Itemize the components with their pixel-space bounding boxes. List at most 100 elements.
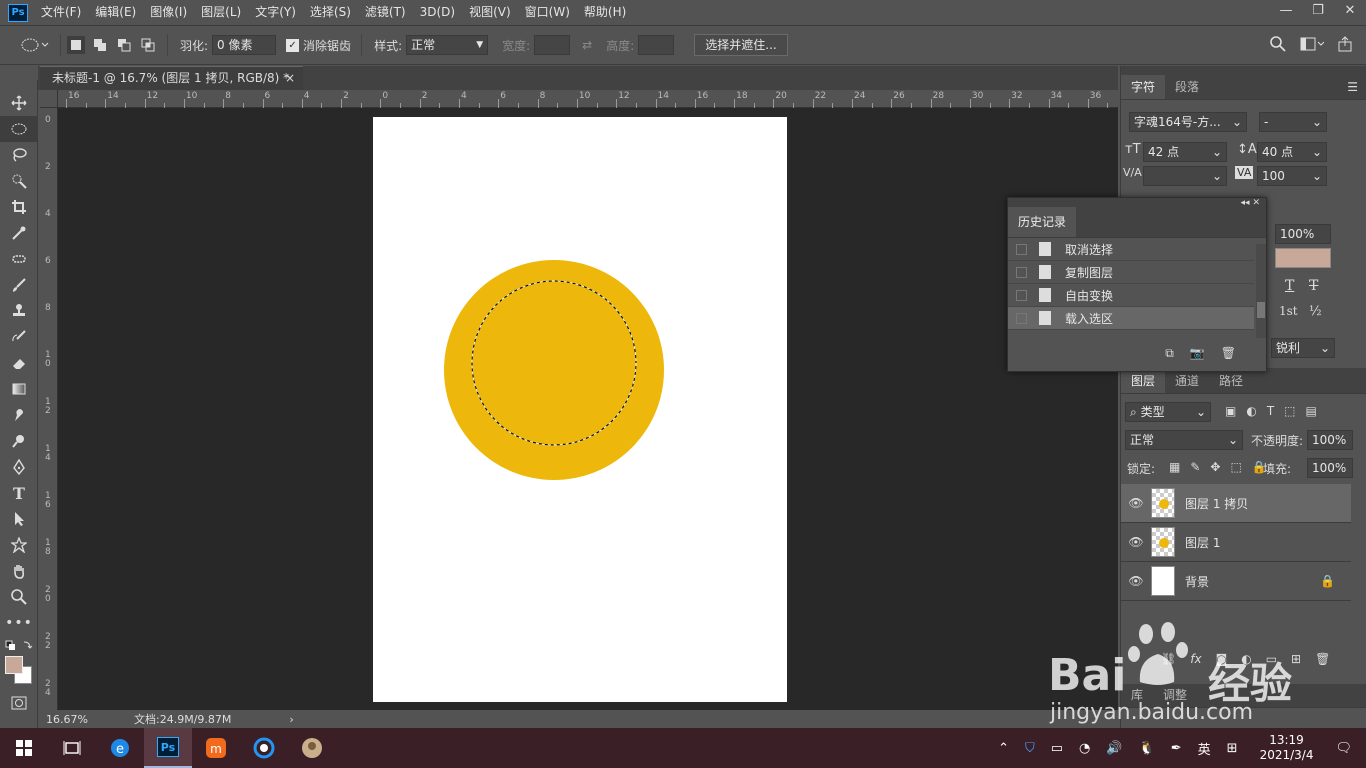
tool-type[interactable]: T [0, 480, 38, 506]
feather-input[interactable]: 0 像素 [212, 35, 277, 55]
restore-button[interactable]: ❐ [1302, 0, 1334, 25]
close-tab-icon[interactable]: × [285, 67, 295, 89]
tool-history-brush[interactable] [0, 324, 38, 350]
share-icon[interactable] [1338, 36, 1352, 52]
menu-select[interactable]: 选择(S) [303, 0, 358, 25]
width-input[interactable] [534, 35, 571, 55]
clock[interactable]: 13:19 2021/3/4 [1260, 733, 1314, 763]
strikethrough-icon[interactable]: T [1309, 278, 1318, 294]
tracking-input[interactable]: 100 ⌄ [1257, 166, 1327, 186]
taskbar-browser[interactable] [240, 728, 288, 768]
antialias-checkbox[interactable]: ✓ 消除锯齿 [286, 37, 351, 54]
eye-icon[interactable]: 👁 [1121, 535, 1151, 549]
qq-icon[interactable]: 🐧 [1139, 741, 1155, 756]
history-scrollbar[interactable] [1256, 244, 1266, 338]
tool-more[interactable]: ••• [0, 610, 38, 636]
tab-paths[interactable]: 路径 [1209, 369, 1253, 393]
fraction-button[interactable]: ½ [1309, 304, 1322, 319]
leading-input[interactable]: 40 点 ⌄ [1257, 142, 1327, 162]
history-item[interactable]: 复制图层 [1008, 261, 1254, 284]
volume-icon[interactable]: 🔊 [1106, 741, 1122, 756]
tool-smudge[interactable] [0, 402, 38, 428]
task-view-button[interactable] [48, 728, 96, 768]
ime-grid-icon[interactable]: ⊞ [1227, 741, 1238, 756]
tool-brush[interactable] [0, 272, 38, 298]
style-select[interactable]: 正常 ▼ [406, 35, 489, 55]
eye-icon[interactable]: 👁 [1121, 496, 1151, 510]
antialias-select[interactable]: 锐利 ⌄ [1271, 338, 1335, 358]
tab-channels[interactable]: 通道 [1165, 369, 1209, 393]
new-selection-icon[interactable] [67, 36, 85, 54]
menu-3d[interactable]: 3D(D) [413, 0, 462, 25]
layer-filter-icons[interactable]: ▣ ◐ T ⬚ ▤ [1225, 404, 1317, 418]
intersect-selection-icon[interactable] [139, 36, 157, 54]
menu-image[interactable]: 图像(I) [143, 0, 194, 25]
tool-gradient[interactable] [0, 376, 38, 402]
notification-icon[interactable]: 🗨 [1335, 741, 1352, 756]
tab-layers[interactable]: 图层 [1121, 369, 1166, 393]
pen-input-icon[interactable]: ✒ [1171, 741, 1182, 756]
delete-state-icon[interactable]: 🗑 [1221, 346, 1236, 361]
lock-icons[interactable]: ▦ ✎ ✥ ⬚ 🔒 [1169, 460, 1267, 474]
foreground-color-swatch[interactable] [5, 656, 23, 674]
font-style-select[interactable]: - ⌄ [1259, 112, 1327, 132]
select-and-mask-button[interactable]: 选择并遮住... [694, 34, 788, 56]
menu-view[interactable]: 视图(V) [462, 0, 518, 25]
blend-mode-select[interactable]: 正常 ⌄ [1125, 430, 1243, 450]
menu-help[interactable]: 帮助(H) [577, 0, 633, 25]
close-panel-icon[interactable]: ✕ [1252, 198, 1260, 208]
document-tab[interactable]: 未标题-1 @ 16.7% (图层 1 拷贝, RGB/8) * × [40, 66, 303, 90]
history-item[interactable]: 载入选区 [1008, 307, 1254, 330]
layer-row[interactable]: 👁 背景 🔒 [1121, 562, 1351, 601]
tool-move[interactable] [0, 90, 38, 116]
document-canvas[interactable] [373, 117, 787, 702]
menu-file[interactable]: 文件(F) [34, 0, 88, 25]
zoom-level[interactable]: 16.67% [46, 713, 116, 726]
snapshot-icon[interactable]: 📷 [1190, 346, 1205, 361]
color-swatches[interactable] [0, 654, 37, 690]
history-item[interactable]: 自由变换 [1008, 284, 1254, 307]
ime-language[interactable]: 英 [1198, 739, 1211, 758]
elliptical-marquee-preset[interactable] [20, 37, 50, 53]
layer-row[interactable]: 👁 图层 1 拷贝 [1121, 484, 1351, 523]
tool-hand[interactable] [0, 558, 38, 584]
taskbar-ie[interactable]: e [96, 728, 144, 768]
tool-elliptical-marquee[interactable] [0, 116, 38, 142]
security-icon[interactable]: ⛉ [1025, 741, 1035, 756]
subtract-selection-icon[interactable] [115, 36, 133, 54]
layer-row[interactable]: 👁 图层 1 [1121, 523, 1351, 562]
quick-mask-button[interactable] [0, 690, 38, 716]
taskbar-photoshop[interactable]: Ps [144, 728, 192, 768]
taskbar-photo-app[interactable] [288, 728, 336, 768]
text-color-swatch[interactable] [1275, 248, 1331, 268]
new-document-from-state-icon[interactable]: ⧉ [1165, 346, 1174, 361]
tool-clone-stamp[interactable] [0, 298, 38, 324]
swap-colors[interactable] [0, 636, 38, 654]
network-icon[interactable]: ◔ [1079, 741, 1090, 756]
swap-icon[interactable]: ⇄ [582, 38, 592, 52]
menu-window[interactable]: 窗口(W) [518, 0, 577, 25]
add-selection-icon[interactable] [91, 36, 109, 54]
faux-underline-T[interactable]: T [1285, 278, 1294, 294]
tool-dodge[interactable] [0, 428, 38, 454]
battery-icon[interactable]: ▭ [1051, 741, 1063, 756]
font-family-select[interactable]: 字魂164号-方... ⌄ [1129, 112, 1247, 132]
tool-spot-healing[interactable] [0, 246, 38, 272]
taskbar-app-orange[interactable]: m [192, 728, 240, 768]
menu-edit[interactable]: 编辑(E) [88, 0, 143, 25]
tool-path-select[interactable] [0, 506, 38, 532]
tray-expand-icon[interactable]: ⌃ [998, 741, 1009, 756]
tool-pen[interactable] [0, 454, 38, 480]
layer-filter-select[interactable]: ⌕ 类型 ⌄ [1125, 402, 1211, 422]
font-size-input[interactable]: 42 点 ⌄ [1143, 142, 1227, 162]
height-input[interactable] [638, 35, 675, 55]
workspace-icon[interactable] [1300, 36, 1324, 52]
ordinal-button[interactable]: 1st [1279, 304, 1298, 318]
tool-crop[interactable] [0, 194, 38, 220]
eye-icon[interactable]: 👁 [1121, 574, 1151, 588]
tool-quick-select[interactable] [0, 168, 38, 194]
panel-menu-icon[interactable]: ☰ [1347, 80, 1358, 94]
tab-character[interactable]: 字符 [1121, 75, 1166, 99]
tool-zoom[interactable] [0, 584, 38, 610]
opacity-input[interactable]: 100% [1307, 430, 1353, 450]
